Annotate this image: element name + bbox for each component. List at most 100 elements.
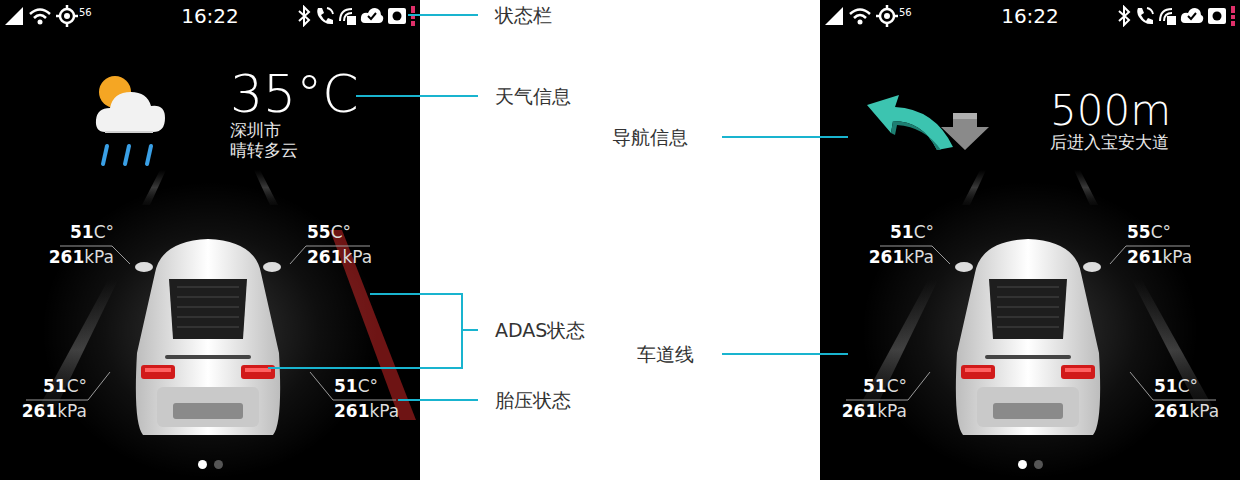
- tire-temperature: 51C°: [1154, 374, 1219, 399]
- status-left: 56: [824, 5, 993, 27]
- annotation-area: [420, 0, 820, 480]
- temperature: 35°C: [230, 68, 358, 120]
- pressure-value: 261: [334, 401, 370, 421]
- tire-temperature: 51C°: [842, 374, 907, 399]
- car-icon: [133, 235, 283, 445]
- callout-line: [722, 136, 848, 138]
- cloud-sync-icon: [360, 5, 384, 27]
- temperature-unit: C°: [914, 222, 934, 242]
- tire-pressure: 261kPa: [22, 399, 87, 424]
- pressure-unit: kPa: [877, 401, 907, 421]
- status-right: [247, 5, 416, 27]
- callout-line: [408, 14, 478, 16]
- wifi-icon: [848, 6, 872, 26]
- page-dot[interactable]: [1018, 460, 1027, 469]
- tire-pressure-label: 51C°261kPa: [49, 220, 114, 270]
- tire-temperature: 51C°: [49, 220, 114, 245]
- phone-icon: [1134, 5, 1154, 27]
- callout-label: 胎压状态: [495, 388, 571, 412]
- signal-icon: [4, 6, 24, 26]
- signal-icon: [824, 6, 844, 26]
- wifi-icon: [28, 6, 52, 26]
- tire-pressure-label: 51C°261kPa: [334, 374, 399, 424]
- dashboard-screen: 51C°261kPa55C°261kPa51C°261kPa51C°261kPa…: [820, 0, 1240, 480]
- pressure-unit: kPa: [84, 247, 114, 267]
- tire-temperature: 51C°: [334, 374, 399, 399]
- hotspot-icon: [337, 5, 357, 27]
- page-dot[interactable]: [1034, 460, 1043, 469]
- car-scene: 51C°261kPa55C°261kPa51C°261kPa51C°261kPa: [820, 0, 1240, 480]
- info-line: 晴转多云: [230, 140, 358, 160]
- temperature-value: 55: [307, 222, 331, 242]
- temperature-unit: C°: [1151, 222, 1171, 242]
- info-line: 后进入宝安大道: [1050, 132, 1171, 152]
- temperature-unit: C°: [358, 376, 378, 396]
- car-icon: [953, 235, 1103, 445]
- weather-info: 35°C深圳市晴转多云: [0, 32, 420, 172]
- info-line: 深圳市: [230, 120, 358, 140]
- tire-pressure: 261kPa: [869, 245, 934, 270]
- tire-pressure: 261kPa: [1154, 399, 1219, 424]
- status-bar: 5616:22: [820, 0, 1240, 32]
- temperature-value: 51: [334, 376, 358, 396]
- temperature-unit: C°: [1178, 376, 1198, 396]
- callout-label: 天气信息: [495, 84, 571, 108]
- page-indicator: [0, 460, 420, 469]
- weather-icon: [93, 70, 168, 170]
- pressure-unit: kPa: [1190, 401, 1220, 421]
- distance: 500m: [1050, 90, 1171, 132]
- callout-label: 车道线: [637, 342, 694, 366]
- pressure-value: 261: [307, 247, 343, 267]
- gps-icon: [876, 5, 898, 27]
- turn-arrow-icon: [865, 95, 995, 151]
- page: 51C°261kPa55C°261kPa51C°261kPa51C°261kPa…: [0, 0, 1240, 480]
- tire-pressure-label: 55C°261kPa: [1127, 220, 1192, 270]
- callout-label: ADAS状态: [495, 318, 585, 342]
- pressure-value: 261: [49, 247, 85, 267]
- navigation-info: 500m后进入宝安大道: [820, 32, 1240, 172]
- temperature-unit: C°: [887, 376, 907, 396]
- pressure-unit: kPa: [343, 247, 373, 267]
- callout-line: [356, 95, 478, 97]
- dashboard-screen: 51C°261kPa55C°261kPa51C°261kPa51C°261kPa…: [0, 0, 420, 480]
- tire-temperature: 51C°: [22, 374, 87, 399]
- temperature-value: 51: [1154, 376, 1178, 396]
- bluetooth-icon: [297, 5, 311, 27]
- battery-icon: [410, 5, 416, 27]
- tire-temperature: 55C°: [307, 220, 372, 245]
- tire-pressure: 261kPa: [334, 399, 399, 424]
- phone-icon: [314, 5, 334, 27]
- status-left: 56: [4, 5, 173, 27]
- pressure-value: 261: [842, 401, 878, 421]
- weather-text: 35°C深圳市晴转多云: [230, 68, 358, 160]
- battery-icon: [1230, 5, 1236, 27]
- gps-satellite-count: 56: [79, 7, 92, 18]
- pressure-value: 261: [22, 401, 58, 421]
- callout-line: [398, 399, 478, 401]
- clock: 16:22: [173, 4, 247, 28]
- bluetooth-icon: [1117, 5, 1131, 27]
- temperature-value: 51: [890, 222, 914, 242]
- temperature-value: 51: [863, 376, 887, 396]
- callout-line: [722, 353, 848, 355]
- camera-icon: [387, 6, 407, 26]
- temperature-value: 51: [43, 376, 67, 396]
- temperature-unit: C°: [331, 222, 351, 242]
- temperature-value: 55: [1127, 222, 1151, 242]
- pressure-unit: kPa: [1163, 247, 1193, 267]
- pressure-value: 261: [869, 247, 905, 267]
- pressure-unit: kPa: [904, 247, 934, 267]
- pressure-unit: kPa: [370, 401, 400, 421]
- callout-label: 状态栏: [495, 3, 552, 27]
- page-dot[interactable]: [198, 460, 207, 469]
- temperature-value: 51: [70, 222, 94, 242]
- tire-pressure-label: 51C°261kPa: [1154, 374, 1219, 424]
- tire-pressure: 261kPa: [842, 399, 907, 424]
- gps-satellite-count: 56: [899, 7, 912, 18]
- page-indicator: [820, 460, 1240, 469]
- callout-line: [462, 329, 478, 331]
- tire-pressure: 261kPa: [307, 245, 372, 270]
- status-bar: 56 16:22: [0, 0, 420, 32]
- temperature-unit: C°: [67, 376, 87, 396]
- page-dot[interactable]: [214, 460, 223, 469]
